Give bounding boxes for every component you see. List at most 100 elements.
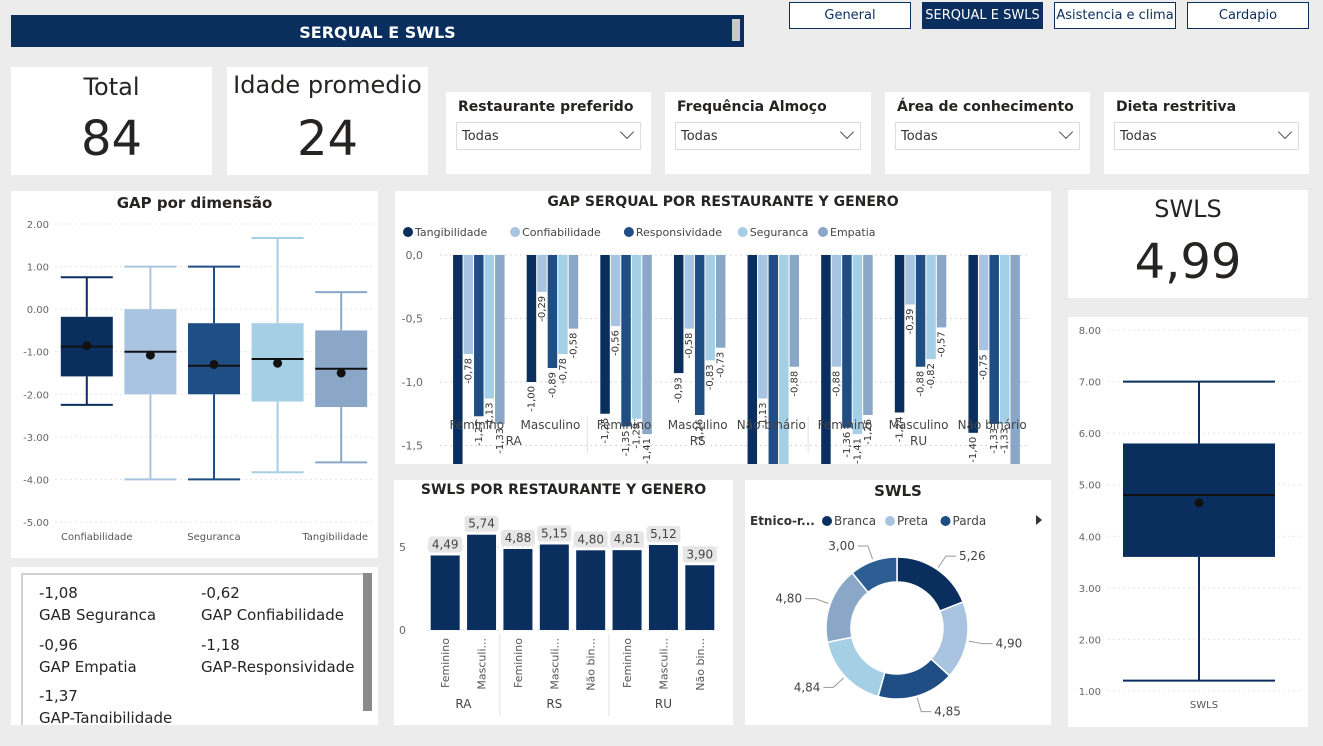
swls-box-chart[interactable]: 8.00 7.00 6.00 5.00 4.00 3.00 2.00 1.00 SWLS [1068, 317, 1308, 727]
group-label: RS [690, 434, 706, 448]
legend-title: Etnico-r... [750, 514, 815, 528]
multirow-scrollbar[interactable] [363, 573, 372, 711]
bar [503, 548, 533, 630]
leader-line [823, 677, 845, 688]
data-label: -0,88 [831, 371, 842, 397]
leader-line [968, 640, 993, 645]
legend-marker [822, 516, 832, 526]
data-label: -0,58 [684, 333, 695, 359]
group-label: RU [910, 434, 927, 448]
bar [768, 255, 779, 464]
nav-cardapio-button[interactable]: Cardapio [1187, 2, 1309, 29]
dropdown-value: Todas [901, 129, 938, 144]
x-tick-label: Feminino [621, 638, 634, 688]
data-label: -1,00 [526, 386, 537, 412]
legend-marker [818, 227, 828, 237]
title-scrollbar[interactable] [732, 19, 740, 41]
total-value: 84 [80, 111, 143, 167]
bar [989, 255, 999, 424]
gap-label: GAP-Tangibilidade [39, 709, 173, 723]
data-label: -1,41 [852, 438, 863, 464]
x-tick-label: Feminino [818, 418, 873, 432]
mean-point [209, 359, 219, 369]
nav-general-button[interactable]: General [789, 2, 911, 29]
bar [600, 255, 610, 414]
legend-label: Empatia [830, 226, 876, 239]
frequencia-dropdown[interactable]: Todas [675, 122, 861, 150]
swls-box-card: 8.00 7.00 6.00 5.00 4.00 3.00 2.00 1.00 SWLS [1068, 317, 1308, 727]
gap-value: -1,08 [39, 584, 78, 602]
data-label: -0,89 [547, 372, 558, 398]
data-label: -1,40 [968, 437, 979, 463]
y-tick-label: 8.00 [1079, 326, 1101, 337]
mean-point [336, 368, 346, 378]
data-label: -0,39 [905, 309, 916, 335]
x-tick-label: Não binário [958, 418, 1027, 432]
legend-label: Branca [834, 514, 876, 528]
swls-restaurante-chart[interactable]: 5 0 4,49 Feminino 5,74 Masculi... 4,88 Feminino… [394, 480, 733, 725]
x-tick-label: SWLS [1190, 700, 1218, 711]
slicer-area: Área de conhecimento Todas [885, 92, 1090, 174]
legend-label: Parda [953, 514, 987, 528]
slicer-frequencia: Frequência Almoço Todas [665, 92, 871, 174]
chevron-down-icon [1058, 124, 1074, 140]
bar [978, 255, 989, 351]
bar [926, 255, 936, 360]
data-label: 4,80 [577, 532, 604, 546]
slicer-label: Dieta restritiva [1116, 99, 1237, 115]
x-tick-label: Masculi... [476, 638, 489, 690]
x-tick-label: Tangibilidade [301, 532, 368, 543]
y-tick-label: -1,0 [402, 376, 423, 389]
swls-donut-card: SWLS Etnico-r... Branca Preta Parda 5,26 4,90… [745, 480, 1051, 725]
data-label: -0,57 [937, 331, 948, 357]
area-dropdown[interactable]: Todas [895, 122, 1080, 150]
bar [779, 255, 789, 464]
idade-label: Idade promedio [233, 71, 422, 99]
restaurante-dropdown[interactable]: Todas [456, 122, 641, 150]
data-label: 4,85 [934, 705, 961, 719]
legend-marker [403, 227, 413, 237]
gap-serqual-chart[interactable]: Tangibilidade Confiabilidade Responsividad… [395, 191, 1051, 464]
data-label: -0,78 [558, 358, 569, 384]
gap-value: -0,62 [201, 584, 240, 602]
bar [999, 255, 1010, 424]
gap-dimensao-chart[interactable]: 2.00 1.00 0.00 -1.00 -2.00 -3.00 -4.00 -5.00 Con… [11, 191, 378, 558]
bar [863, 255, 873, 416]
y-tick-label: 3.00 [1079, 584, 1101, 595]
data-label: 3,90 [686, 547, 713, 561]
bar [621, 255, 631, 427]
data-label: -0,83 [705, 364, 716, 390]
slicer-dieta: Dieta restritiva Todas [1104, 92, 1309, 174]
dieta-dropdown[interactable]: Todas [1114, 122, 1299, 150]
bar [547, 255, 558, 369]
bar [705, 255, 715, 361]
bar [484, 255, 495, 399]
bar [463, 255, 474, 355]
y-tick-label: 0 [399, 624, 406, 637]
bar [495, 255, 505, 424]
page-title: SERQUAL E SWLS [299, 23, 456, 42]
chevron-down-icon [619, 124, 635, 140]
data-label: 5,15 [541, 527, 568, 541]
data-label: 4,84 [794, 680, 821, 694]
data-label: 4,90 [996, 637, 1023, 651]
bar [685, 565, 715, 630]
group-label: RA [506, 434, 523, 448]
swls-donut-chart[interactable]: Etnico-r... Branca Preta Parda 5,26 4,90 4,85 4… [745, 480, 1051, 725]
mean-point [1194, 498, 1204, 508]
bar [1010, 255, 1020, 464]
bar [936, 255, 947, 328]
donut-slice [826, 636, 886, 698]
mean-point [82, 341, 92, 351]
data-label: -0,73 [716, 352, 727, 378]
mean-point [273, 358, 283, 368]
y-tick-label: -3.00 [23, 433, 49, 444]
nav-serqual-button[interactable]: SERQUAL E SWLS [922, 2, 1043, 29]
swls-label: SWLS [1154, 195, 1222, 223]
box [188, 323, 240, 395]
data-label: 4,80 [775, 592, 802, 606]
bar [747, 255, 758, 464]
nav-asistencia-button[interactable]: Asistencia e clima [1054, 2, 1176, 29]
x-tick-label: Masculi... [548, 638, 561, 690]
dropdown-value: Todas [462, 129, 499, 144]
